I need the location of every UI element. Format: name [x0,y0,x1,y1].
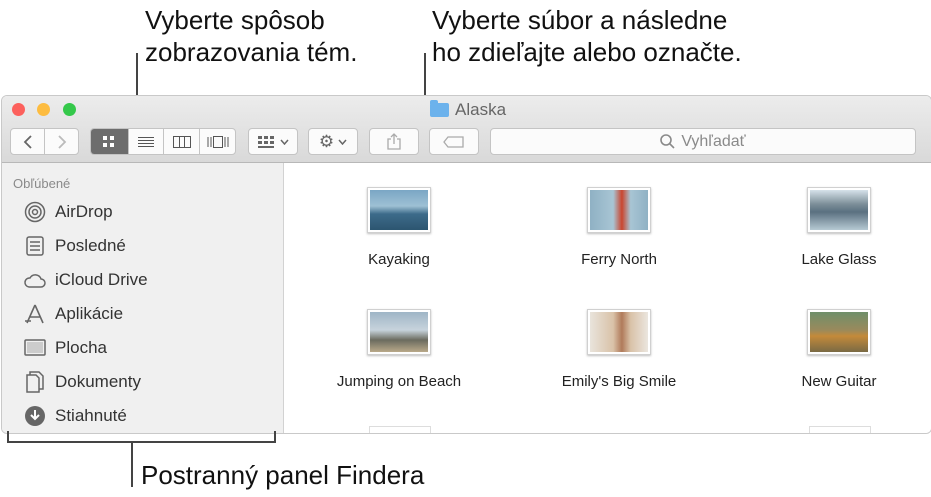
minimize-button[interactable] [37,103,50,116]
sidebar-item-label: Posledné [55,236,126,255]
callout-sidebar: Postranný panel Findera [141,460,425,490]
group-by-button[interactable] [248,128,298,155]
tag-icon [443,135,464,148]
zoom-button[interactable] [63,103,76,116]
sidebar-item-label: Plocha [55,338,107,357]
photo-thumbnail [807,187,871,233]
file-item-partial [809,426,871,433]
window-title-text: Alaska [455,100,507,119]
file-name: Lake Glass [801,251,877,268]
sidebar-item-applications[interactable]: Aplikácie [24,302,123,326]
cloud-icon [24,269,46,291]
chevron-right-icon [57,134,66,149]
photo-thumbnail [367,309,431,355]
window-title: Alaska [430,100,506,120]
file-name: Emily's Big Smile [561,373,677,390]
grid-icon [103,135,115,147]
sidebar-item-desktop[interactable]: Plocha [24,336,107,360]
file-item-emilys-big-smile[interactable]: Emily's Big Smile [519,309,719,390]
callout-bracket-sidebar-left [7,431,9,443]
share-icon [387,133,401,150]
file-name: Kayaking [368,251,430,268]
file-item-lake-glass[interactable]: Lake Glass [739,187,931,268]
sidebar-item-label: Aplikácie [55,304,124,323]
file-name: Ferry North [581,251,657,268]
airdrop-icon [24,201,46,223]
sidebar-item-label: Stiahnuté [55,406,127,425]
gallery-view-button[interactable] [200,129,235,154]
downloads-icon [24,405,46,427]
sidebar-heading: Obľúbené [13,176,71,191]
desktop-icon [24,337,46,359]
nav-buttons [10,128,79,155]
file-name: New Guitar [801,373,877,390]
photo-thumbnail [587,187,651,233]
file-item-partial [369,426,431,433]
photo-thumbnail [587,309,651,355]
finder-window: Alaska ⚙ Vyhľadať Obľúbené AirDrop Posle… [1,95,931,434]
list-view-button[interactable] [129,129,165,154]
sidebar-item-label: iCloud Drive [55,270,148,289]
callout-bracket-sidebar-right [274,431,276,443]
sidebar-item-airdrop[interactable]: AirDrop [24,200,113,224]
file-item-kayaking[interactable]: Kayaking [299,187,499,268]
forward-button[interactable] [45,129,78,154]
documents-icon [24,371,46,393]
action-button[interactable]: ⚙ [308,128,358,155]
callout-share-tag: Vyberte súbor a následne ho zdieľajte al… [432,5,742,67]
titlebar: Alaska ⚙ Vyhľadať [2,96,931,163]
sidebar-item-recents[interactable]: Posledné [24,234,126,258]
gear-icon: ⚙ [318,131,335,151]
callout-line-sidebar [131,441,133,487]
sidebar-item-icloud-drive[interactable]: iCloud Drive [24,268,148,292]
chevron-down-icon [279,139,289,145]
photo-thumbnail [367,187,431,233]
search-icon [660,134,675,149]
close-button[interactable] [12,103,25,116]
sidebar-item-documents[interactable]: Dokumenty [24,370,141,394]
gallery-icon [207,135,229,148]
list-icon [138,136,155,147]
sidebar: Obľúbené AirDrop Posledné iCloud Drive A… [2,163,284,433]
file-item-jumping-on-beach[interactable]: Jumping on Beach [299,309,499,390]
search-placeholder: Vyhľadať [681,132,746,150]
sidebar-item-label: AirDrop [55,202,113,221]
chevron-down-icon [338,139,347,145]
tags-button[interactable] [429,128,479,155]
share-button[interactable] [369,128,419,155]
group-icon [257,135,274,148]
file-name: Jumping on Beach [336,373,462,390]
callout-bracket-sidebar [7,441,276,443]
recents-icon [24,235,46,257]
callout-view-options: Vyberte spôsob zobrazovania tém. [145,5,358,67]
folder-icon [430,100,449,117]
view-mode-control [90,128,236,155]
photo-thumbnail [807,309,871,355]
file-browser: Kayaking Ferry North Lake Glass Jumping … [284,163,931,433]
columns-icon [172,135,191,148]
sidebar-item-label: Dokumenty [55,372,141,391]
back-button[interactable] [11,129,45,154]
icon-view-button[interactable] [91,129,129,154]
file-item-new-guitar[interactable]: New Guitar [739,309,931,390]
applications-icon [24,303,46,325]
file-item-ferry-north[interactable]: Ferry North [519,187,719,268]
column-view-button[interactable] [164,129,201,154]
chevron-left-icon [23,134,32,149]
sidebar-item-downloads[interactable]: Stiahnuté [24,404,127,428]
search-field[interactable]: Vyhľadať [490,128,916,155]
